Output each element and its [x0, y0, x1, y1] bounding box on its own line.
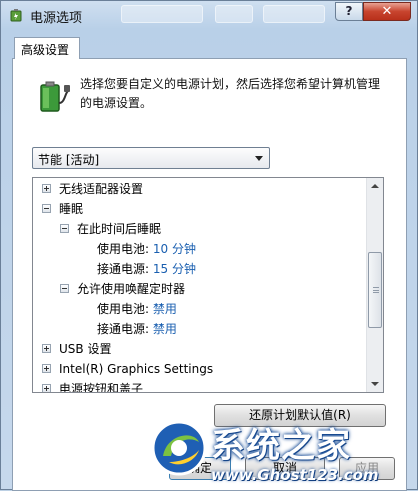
- restore-defaults-button[interactable]: 还原计划默认值(R): [214, 404, 386, 427]
- tree-item-sleep[interactable]: 睡眠: [42, 199, 83, 219]
- tree-item-usb[interactable]: USB 设置: [42, 339, 111, 359]
- tree-item-wake-timers[interactable]: 允许使用唤醒定时器: [60, 279, 185, 299]
- scroll-up-icon[interactable]: [371, 184, 379, 188]
- setting-value-link[interactable]: 禁用: [153, 302, 177, 316]
- help-button[interactable]: ?: [335, 2, 363, 21]
- chevron-down-icon: [255, 156, 263, 161]
- expand-icon[interactable]: [42, 364, 51, 373]
- tree-item-wake-battery[interactable]: 使用电池: 禁用: [97, 299, 177, 319]
- power-options-window: 电源选项 ? ✕ 高级设置 选择您要自定义的电源计划，然后选择您希望计算机管理的…: [0, 0, 418, 491]
- ok-button[interactable]: 确定: [169, 457, 231, 480]
- scroll-down-icon[interactable]: [371, 382, 379, 386]
- tree-item-wake-plugged[interactable]: 接通电源: 禁用: [97, 319, 177, 339]
- setting-value-link[interactable]: 15 分钟: [153, 262, 196, 276]
- setting-value-link[interactable]: 禁用: [153, 322, 177, 336]
- settings-tree[interactable]: 无线适配器设置 睡眠 在此时间后睡眠 使用电池: 10 分钟 接通电源: 15 …: [32, 177, 384, 393]
- tree-item-power-buttons[interactable]: 电源按钮和盖子: [42, 379, 143, 392]
- tree-item-sleep-after[interactable]: 在此时间后睡眠: [60, 219, 161, 239]
- window-title: 电源选项: [30, 11, 83, 26]
- title-background-decoration: [121, 5, 203, 23]
- collapse-icon[interactable]: [60, 224, 69, 233]
- setting-value-link[interactable]: 10 分钟: [153, 242, 196, 256]
- tree-item-sleep-battery[interactable]: 使用电池: 10 分钟: [97, 239, 196, 259]
- cancel-button[interactable]: 取消: [245, 457, 325, 480]
- intro-text: 选择您要自定义的电源计划，然后选择您希望计算机管理的电源设置。: [80, 77, 381, 110]
- close-button[interactable]: ✕: [363, 2, 411, 21]
- power-options-icon: [10, 9, 22, 22]
- expand-icon[interactable]: [42, 384, 51, 392]
- power-plan-value: 节能 [活动]: [38, 153, 100, 167]
- expand-icon[interactable]: [42, 344, 51, 353]
- collapse-icon[interactable]: [60, 284, 69, 293]
- title-background-decoration: [263, 5, 325, 23]
- power-plan-dropdown[interactable]: 节能 [活动]: [32, 147, 270, 169]
- title-bar[interactable]: 电源选项 ? ✕: [1, 1, 417, 29]
- scroll-thumb[interactable]: [368, 252, 382, 328]
- apply-button[interactable]: 应用: [339, 457, 395, 480]
- tree-item-wireless-adapter[interactable]: 无线适配器设置: [42, 179, 143, 199]
- expand-icon[interactable]: [42, 184, 51, 193]
- vertical-scrollbar[interactable]: [366, 178, 383, 392]
- tree-item-intel-graphics[interactable]: Intel(R) Graphics Settings: [42, 359, 213, 379]
- battery-plug-icon: [40, 81, 70, 112]
- grip-icon: [373, 287, 379, 293]
- tree-item-sleep-plugged[interactable]: 接通电源: 15 分钟: [97, 259, 196, 279]
- tab-advanced-settings[interactable]: 高级设置: [14, 37, 80, 59]
- collapse-icon[interactable]: [42, 204, 51, 213]
- title-background-decoration: [215, 5, 253, 23]
